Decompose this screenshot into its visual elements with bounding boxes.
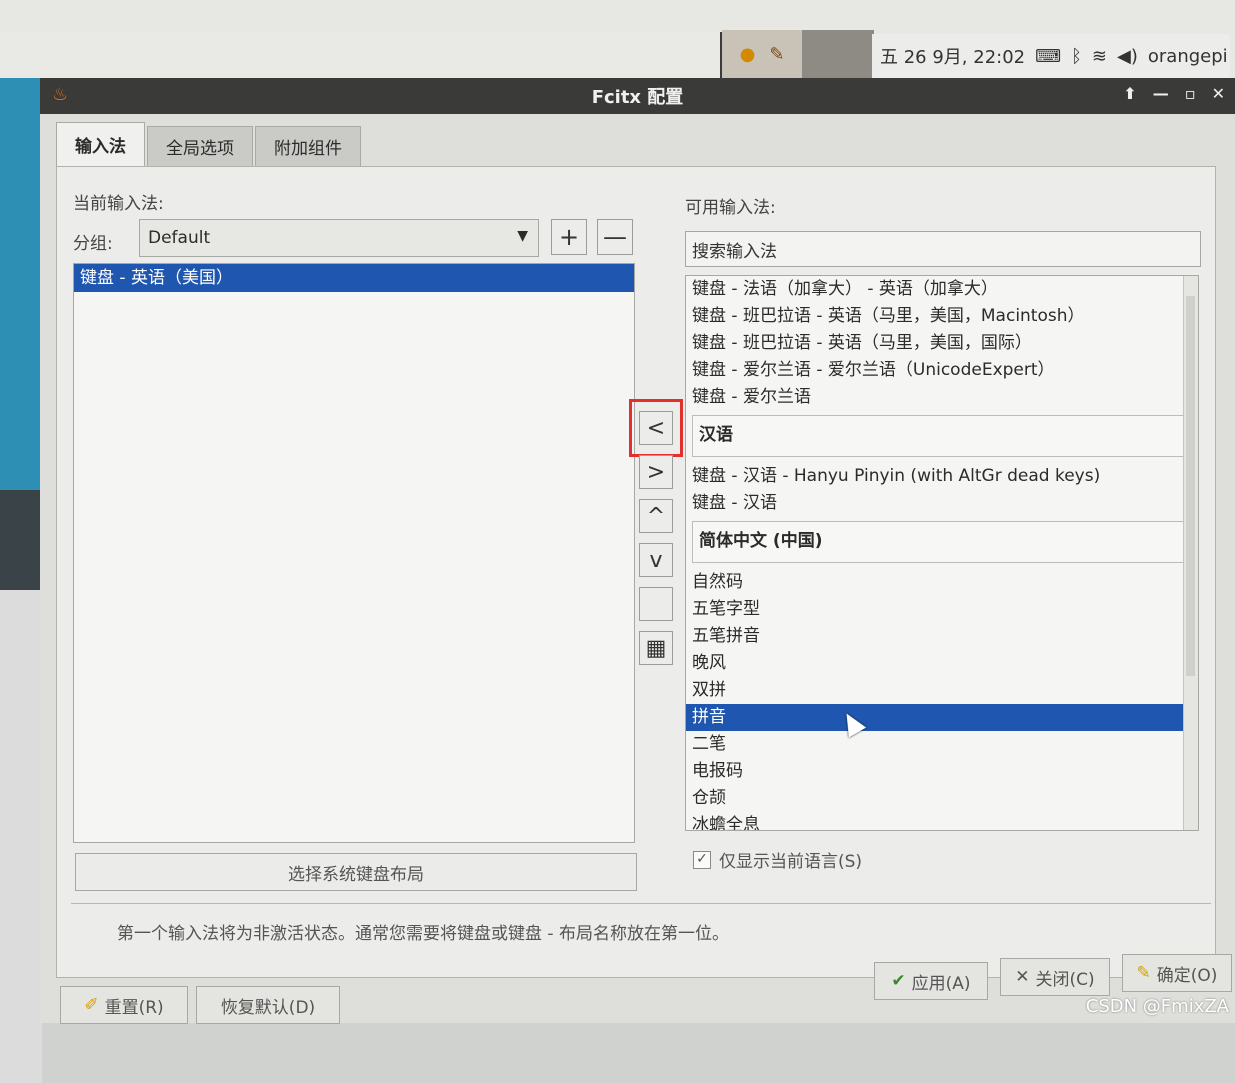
group-header-simplified-chinese: 简体中文 (中国) (692, 521, 1190, 563)
list-item[interactable]: 键盘 - 班巴拉语 - 英语（马里，美国，Macintosh） (686, 303, 1198, 330)
fcitx-config-window: ♨ Fcitx 配置 ⬆ — ▫ ✕ 输入法 全局选项 附加组件 当前输入法: … (40, 78, 1235, 1024)
list-item[interactable]: 键盘 - 汉语 - Hanyu Pinyin (with AltGr dead … (686, 463, 1198, 490)
tab-content-panel: 当前输入法: 分组: Default ▼ + — 键盘 - 英语（美国） 选择系… (56, 166, 1216, 978)
list-item[interactable]: 晚风 (686, 650, 1198, 677)
user-name[interactable]: orangepi (1148, 46, 1228, 67)
search-input[interactable]: 搜索输入法 (685, 231, 1201, 267)
ok-icon: ✎ (1136, 963, 1151, 983)
remove-group-button[interactable]: — (597, 219, 633, 255)
available-im-list[interactable]: 键盘 - 法语（加拿大） - 英语（加拿大） 键盘 - 班巴拉语 - 英语（马里… (685, 275, 1199, 831)
hint-text: 第一个输入法将为非激活状态。通常您需要将键盘或键盘 - 布局名称放在第一位。 (117, 924, 729, 944)
clock[interactable]: 五 26 9月, 22:02 (880, 43, 1025, 69)
minimize-icon[interactable]: — (1153, 84, 1169, 103)
title-bar: ♨ Fcitx 配置 ⬆ — ▫ ✕ (40, 78, 1235, 114)
window-title: Fcitx 配置 (591, 87, 684, 108)
system-tray: 五 26 9月, 22:02 ⌨ ᛒ ≋ ◀) orangepi (872, 34, 1230, 78)
tab-global-options[interactable]: 全局选项 (147, 126, 253, 166)
scrollbar-thumb[interactable] (1186, 296, 1195, 676)
move-down-button[interactable]: v (639, 543, 673, 577)
maximize-icon[interactable]: ▫ (1185, 84, 1196, 103)
tab-input-method[interactable]: 输入法 (56, 122, 145, 166)
wifi-icon[interactable]: ≋ (1092, 46, 1107, 67)
close-icon[interactable]: ✕ (1212, 84, 1225, 103)
group-select[interactable]: Default ▼ (139, 219, 539, 257)
restore-default-button[interactable]: 恢复默认(D) (196, 986, 340, 1024)
current-im-list[interactable]: 键盘 - 英语（美国） (73, 263, 635, 843)
keyboard-layout-icon[interactable]: ▦ (639, 631, 673, 665)
ok-button[interactable]: ✎ 确定(O) (1122, 954, 1232, 992)
chevron-down-icon: ▼ (517, 228, 528, 244)
list-item[interactable]: 双拼 (686, 677, 1198, 704)
divider (71, 903, 1211, 904)
tray-app-icon[interactable]: ● (740, 44, 756, 65)
list-item-selected[interactable]: 拼音 (686, 704, 1188, 731)
list-item[interactable]: 仓颉 (686, 785, 1198, 812)
reset-button[interactable]: ✐ 重置(R) (60, 986, 188, 1024)
current-im-label: 当前输入法: (73, 194, 164, 214)
tray-separator (802, 30, 874, 78)
list-item[interactable]: 键盘 - 班巴拉语 - 英语（马里，美国，国际） (686, 330, 1198, 357)
list-item[interactable]: 五笔字型 (686, 596, 1198, 623)
group-select-value: Default (148, 228, 211, 248)
taskbar-empty-area (0, 32, 722, 78)
check-icon: ✔ (891, 971, 906, 991)
list-item[interactable]: 五笔拼音 (686, 623, 1198, 650)
close-label: 关闭(C) (1035, 969, 1095, 990)
close-x-icon: ✕ (1015, 967, 1030, 987)
pin-icon[interactable]: ⬆ (1123, 84, 1136, 103)
add-group-button[interactable]: + (551, 219, 587, 255)
bluetooth-icon[interactable]: ᛒ (1071, 46, 1082, 67)
watermark: CSDN @FmixZA (1085, 996, 1229, 1017)
close-button[interactable]: ✕ 关闭(C) (1000, 958, 1110, 996)
tray-app-icons[interactable]: ● ✎ (722, 30, 802, 78)
list-scrollbar[interactable] (1183, 276, 1198, 830)
fcitx-logo-icon: ♨ (52, 84, 69, 105)
broom-icon: ✐ (84, 995, 99, 1015)
list-item[interactable]: 键盘 - 爱尔兰语 (686, 384, 1198, 411)
tab-bar: 输入法 全局选项 附加组件 (56, 122, 361, 166)
available-im-label: 可用输入法: (685, 198, 776, 218)
configure-button[interactable] (639, 587, 673, 621)
checkbox-checked-icon[interactable]: ✓ (693, 850, 711, 869)
ok-label: 确定(O) (1156, 965, 1218, 986)
list-item[interactable]: 冰蟾全息 (686, 812, 1198, 830)
desktop-window-edge (0, 590, 42, 1083)
reset-label: 重置(R) (104, 997, 164, 1018)
list-item[interactable]: 键盘 - 英语（美国） (74, 264, 634, 292)
list-item[interactable]: 电报码 (686, 758, 1198, 785)
select-keyboard-layout-button[interactable]: 选择系统键盘布局 (75, 853, 637, 891)
move-left-button[interactable]: < (639, 411, 673, 445)
list-item[interactable]: 二笔 (686, 731, 1198, 758)
list-item[interactable]: 键盘 - 爱尔兰语 - 爱尔兰语（UnicodeExpert） (686, 357, 1198, 384)
only-current-language-toggle[interactable]: ✓ 仅显示当前语言(S) (693, 847, 862, 872)
only-current-language-label: 仅显示当前语言(S) (719, 852, 863, 872)
apply-label: 应用(A) (911, 973, 971, 994)
group-header-chinese: 汉语 (692, 415, 1190, 457)
tray-pen-icon[interactable]: ✎ (769, 44, 784, 65)
move-up-button[interactable]: ^ (639, 499, 673, 533)
list-item[interactable]: 键盘 - 法语（加拿大） - 英语（加拿大） (686, 276, 1198, 303)
tab-addons[interactable]: 附加组件 (255, 126, 361, 166)
keyboard-icon[interactable]: ⌨ (1035, 46, 1061, 67)
list-item[interactable]: 键盘 - 汉语 (686, 490, 1198, 517)
move-right-button[interactable]: > (639, 455, 673, 489)
group-label: 分组: (73, 234, 113, 254)
apply-button[interactable]: ✔ 应用(A) (874, 962, 988, 1000)
list-item[interactable]: 自然码 (686, 569, 1198, 596)
desktop-panel-strip (0, 490, 42, 590)
volume-icon[interactable]: ◀) (1117, 46, 1138, 67)
desktop-background (0, 60, 42, 1083)
